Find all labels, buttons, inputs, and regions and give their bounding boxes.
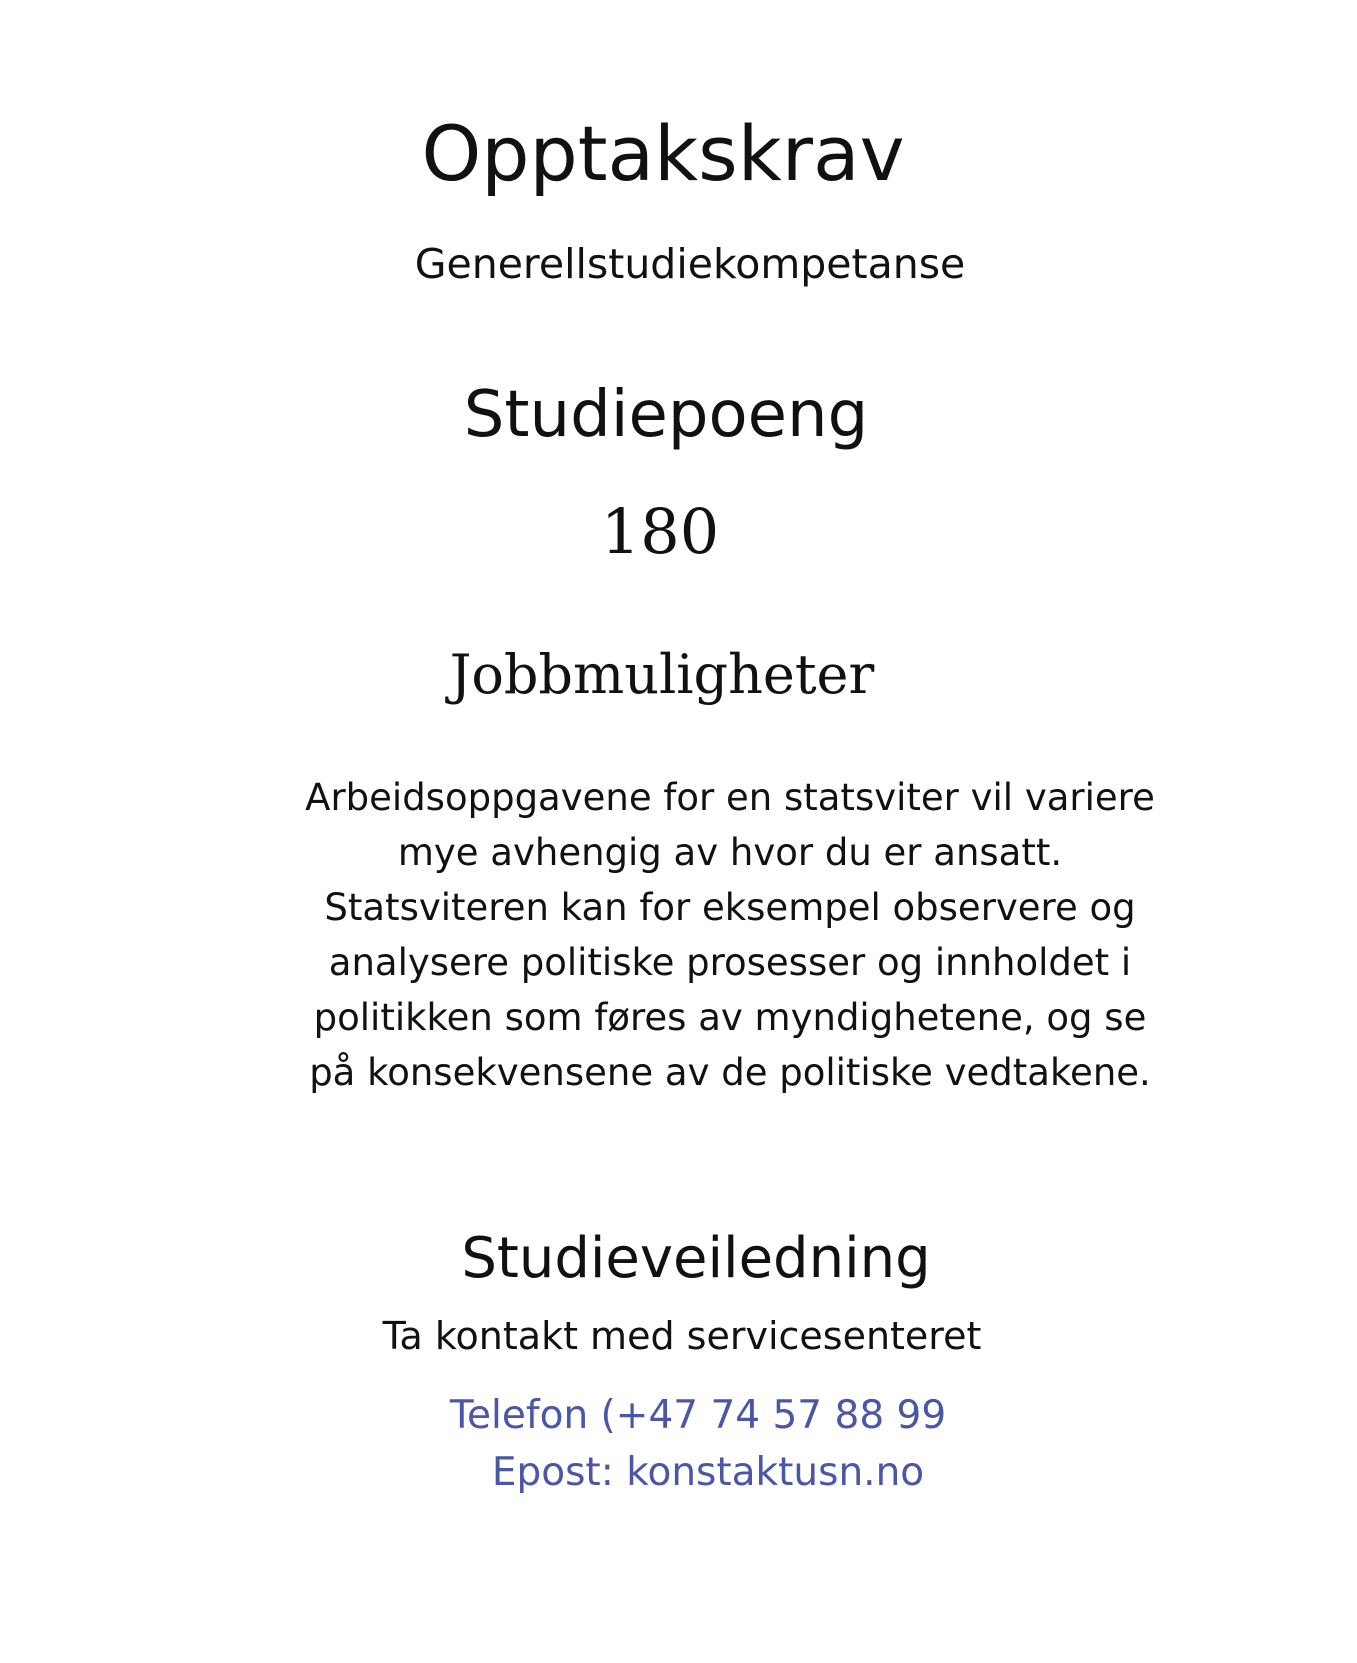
guidance-lead: Ta kontakt med servicesenteret xyxy=(382,1314,982,1358)
jobs-line: politikken som føres av myndighetene, og… xyxy=(313,996,1147,1039)
credits-heading: Studiepoeng xyxy=(463,378,869,452)
admission-heading: Opptakskrav xyxy=(421,109,905,198)
jobs-line: Statsviteren kan for eksempel observere … xyxy=(324,886,1136,929)
guidance-heading: Studieveiledning xyxy=(461,1226,931,1291)
phone-link[interactable]: Telefon (+47 74 57 88 99 xyxy=(450,1394,946,1438)
credits-value: 180 xyxy=(600,495,720,568)
jobs-line: Arbeidsoppgavene for en statsviter vil v… xyxy=(305,776,1155,819)
jobs-description: Arbeidsoppgavene for en statsviter vil v… xyxy=(260,770,1200,1100)
jobs-line: på konsekvensene av de politiske vedtake… xyxy=(309,1051,1151,1094)
jobs-line: mye avhengig av hvor du er ansatt. xyxy=(397,831,1063,874)
jobs-line: analysere politiske prosesser og innhold… xyxy=(328,941,1132,984)
email-link[interactable]: Epost: konstaktusn.no xyxy=(492,1451,924,1495)
jobs-heading: Jobbmuligheter xyxy=(449,643,875,706)
admission-requirement: Generellstudiekompetanse xyxy=(414,240,966,288)
